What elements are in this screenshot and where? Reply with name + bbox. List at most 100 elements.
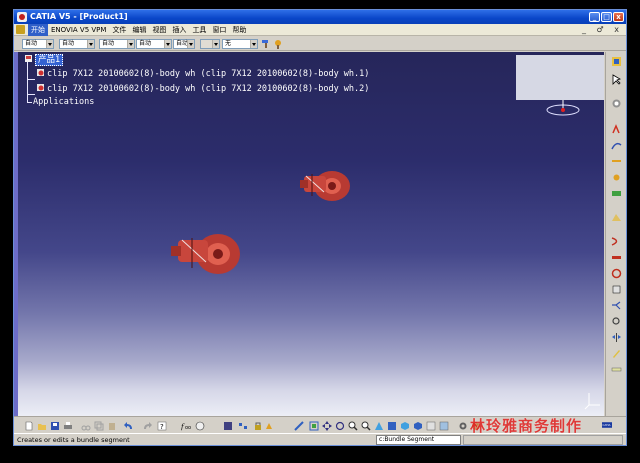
workbench-toolbar <box>605 52 626 416</box>
linetype-combo[interactable]: 自动 <box>136 39 172 49</box>
paste-icon <box>109 423 115 430</box>
rotate-icon[interactable] <box>335 421 345 431</box>
tree-item-clip-1[interactable]: clip 7X12 20100602(8)-body wh (clip 7X12… <box>36 68 369 80</box>
component-icon <box>37 84 44 91</box>
tree-connector <box>27 79 35 80</box>
minimize-button[interactable]: _ <box>589 12 600 22</box>
tree-item-label: clip 7X12 20100602(8)-body wh (clip 7X12… <box>47 69 370 79</box>
cable-icon[interactable] <box>611 236 622 247</box>
rendering-style-combo <box>200 39 220 49</box>
document-window-buttons[interactable]: _ ♂ x <box>582 24 623 36</box>
undo-icon[interactable] <box>124 421 134 431</box>
menu-file[interactable]: 文件 <box>109 24 129 36</box>
component-icon <box>37 69 44 76</box>
tree-connector <box>27 62 28 102</box>
clip-icon[interactable] <box>611 284 622 295</box>
formula-icon[interactable]: f oo <box>181 421 191 431</box>
support-icon[interactable] <box>611 212 622 223</box>
knowledge-icon[interactable] <box>195 421 205 431</box>
swap-space-icon[interactable] <box>439 421 449 431</box>
help-icon[interactable]: ? <box>157 421 167 431</box>
chevron-down-icon[interactable] <box>250 40 257 48</box>
redo-icon <box>144 422 152 429</box>
close-button[interactable]: x <box>613 12 624 22</box>
menu-tools[interactable]: 工具 <box>189 24 209 36</box>
tree-root-label[interactable]: 产品1 <box>35 54 64 66</box>
chevron-down-icon[interactable] <box>127 40 134 48</box>
menu-window[interactable]: 窗口 <box>209 24 229 36</box>
command-input[interactable]: c:Bundle Segment <box>376 435 461 445</box>
axis-triad-icon <box>584 393 600 410</box>
workbench-icon[interactable] <box>611 56 622 67</box>
layer-combo[interactable]: 无 <box>222 39 258 49</box>
gear-icon[interactable] <box>458 421 468 431</box>
line-thickness-combo[interactable]: 自动 <box>99 39 135 49</box>
zoom-out-icon[interactable] <box>361 421 371 431</box>
zoom-in-icon[interactable] <box>348 421 358 431</box>
multi-view-icon[interactable] <box>387 421 397 431</box>
copy-icon <box>94 421 104 431</box>
open-icon[interactable] <box>37 421 47 431</box>
bundle-icon[interactable] <box>611 98 622 109</box>
multi-branch-icon[interactable] <box>611 300 622 311</box>
menu-bar: 开始 ENOVIA V5 VPM 文件 编辑 视图 插入 工具 窗口 帮助 _ … <box>14 24 626 36</box>
cut-icon <box>81 425 91 431</box>
chevron-down-icon[interactable] <box>187 40 194 48</box>
chevron-down-icon[interactable] <box>46 40 53 48</box>
update-icon[interactable] <box>264 421 274 431</box>
clip-part-model[interactable] <box>168 228 244 278</box>
bundle-segment-icon[interactable] <box>611 140 622 151</box>
transparency-combo[interactable]: 自动 <box>59 39 95 49</box>
select-arrow-icon[interactable] <box>611 74 622 85</box>
hide-show-icon[interactable] <box>426 421 436 431</box>
catalog-icon[interactable] <box>223 421 233 431</box>
mirror-icon[interactable] <box>611 332 622 343</box>
menu-enovia[interactable]: ENOVIA V5 VPM <box>48 24 109 36</box>
print-icon[interactable] <box>63 421 73 431</box>
measure-icon[interactable] <box>611 364 622 375</box>
lock-icon[interactable] <box>253 421 263 431</box>
clip-part-model[interactable] <box>296 166 354 206</box>
color-combo[interactable]: 自动 <box>22 39 54 49</box>
analyze-icon[interactable] <box>611 316 622 327</box>
fit-all-icon[interactable] <box>309 421 319 431</box>
iso-view-icon[interactable] <box>400 421 410 431</box>
flatten-icon[interactable] <box>611 252 622 263</box>
fly-mode-icon[interactable] <box>294 421 304 431</box>
tree-root-product[interactable]: 产品1 <box>24 54 64 66</box>
compass-icon[interactable] <box>543 100 583 116</box>
route-icon[interactable] <box>611 156 622 167</box>
menu-start[interactable]: 开始 <box>28 24 48 36</box>
protection-icon[interactable] <box>611 188 622 199</box>
menu-edit[interactable]: 编辑 <box>129 24 149 36</box>
tree-item-applications[interactable]: Applications <box>33 97 94 108</box>
menu-insert[interactable]: 插入 <box>169 24 189 36</box>
tree-item-clip-2[interactable]: clip 7X12 20100602(8)-body wh (clip 7X12… <box>36 83 369 95</box>
color-combo-value: 自动 <box>25 40 38 47</box>
chevron-down-icon[interactable] <box>87 40 94 48</box>
window-title: CATIA V5 - [Product1] <box>30 12 128 21</box>
menu-help[interactable]: 帮助 <box>229 24 249 36</box>
format-painter-icon[interactable] <box>261 39 271 49</box>
maximize-button[interactable]: □ <box>601 12 612 22</box>
menu-view[interactable]: 视图 <box>149 24 169 36</box>
normal-view-icon[interactable] <box>374 421 384 431</box>
shading-icon[interactable] <box>413 421 423 431</box>
new-icon[interactable] <box>24 421 34 431</box>
tree-reorder-icon[interactable] <box>238 421 248 431</box>
save-icon[interactable] <box>50 421 60 431</box>
3d-viewport[interactable]: 产品1 clip 7X12 20100602(8)-body wh (clip … <box>18 52 604 416</box>
branch-point-icon[interactable] <box>611 172 622 183</box>
pencil-icon[interactable] <box>611 348 622 359</box>
point-symbol-combo[interactable]: 自动 <box>173 39 195 49</box>
layer-combo-value: 无 <box>225 40 232 47</box>
catia-app-icon[interactable] <box>17 12 27 22</box>
chevron-down-icon[interactable] <box>164 40 171 48</box>
title-bar[interactable]: CATIA V5 - [Product1] _ □ x <box>14 10 626 24</box>
brush-icon[interactable] <box>273 39 283 49</box>
local-slack-icon[interactable] <box>611 268 622 279</box>
tree-connector <box>27 102 32 103</box>
document-menu-icon[interactable] <box>16 25 25 34</box>
pan-icon[interactable] <box>322 421 332 431</box>
connector-icon[interactable] <box>611 124 622 135</box>
